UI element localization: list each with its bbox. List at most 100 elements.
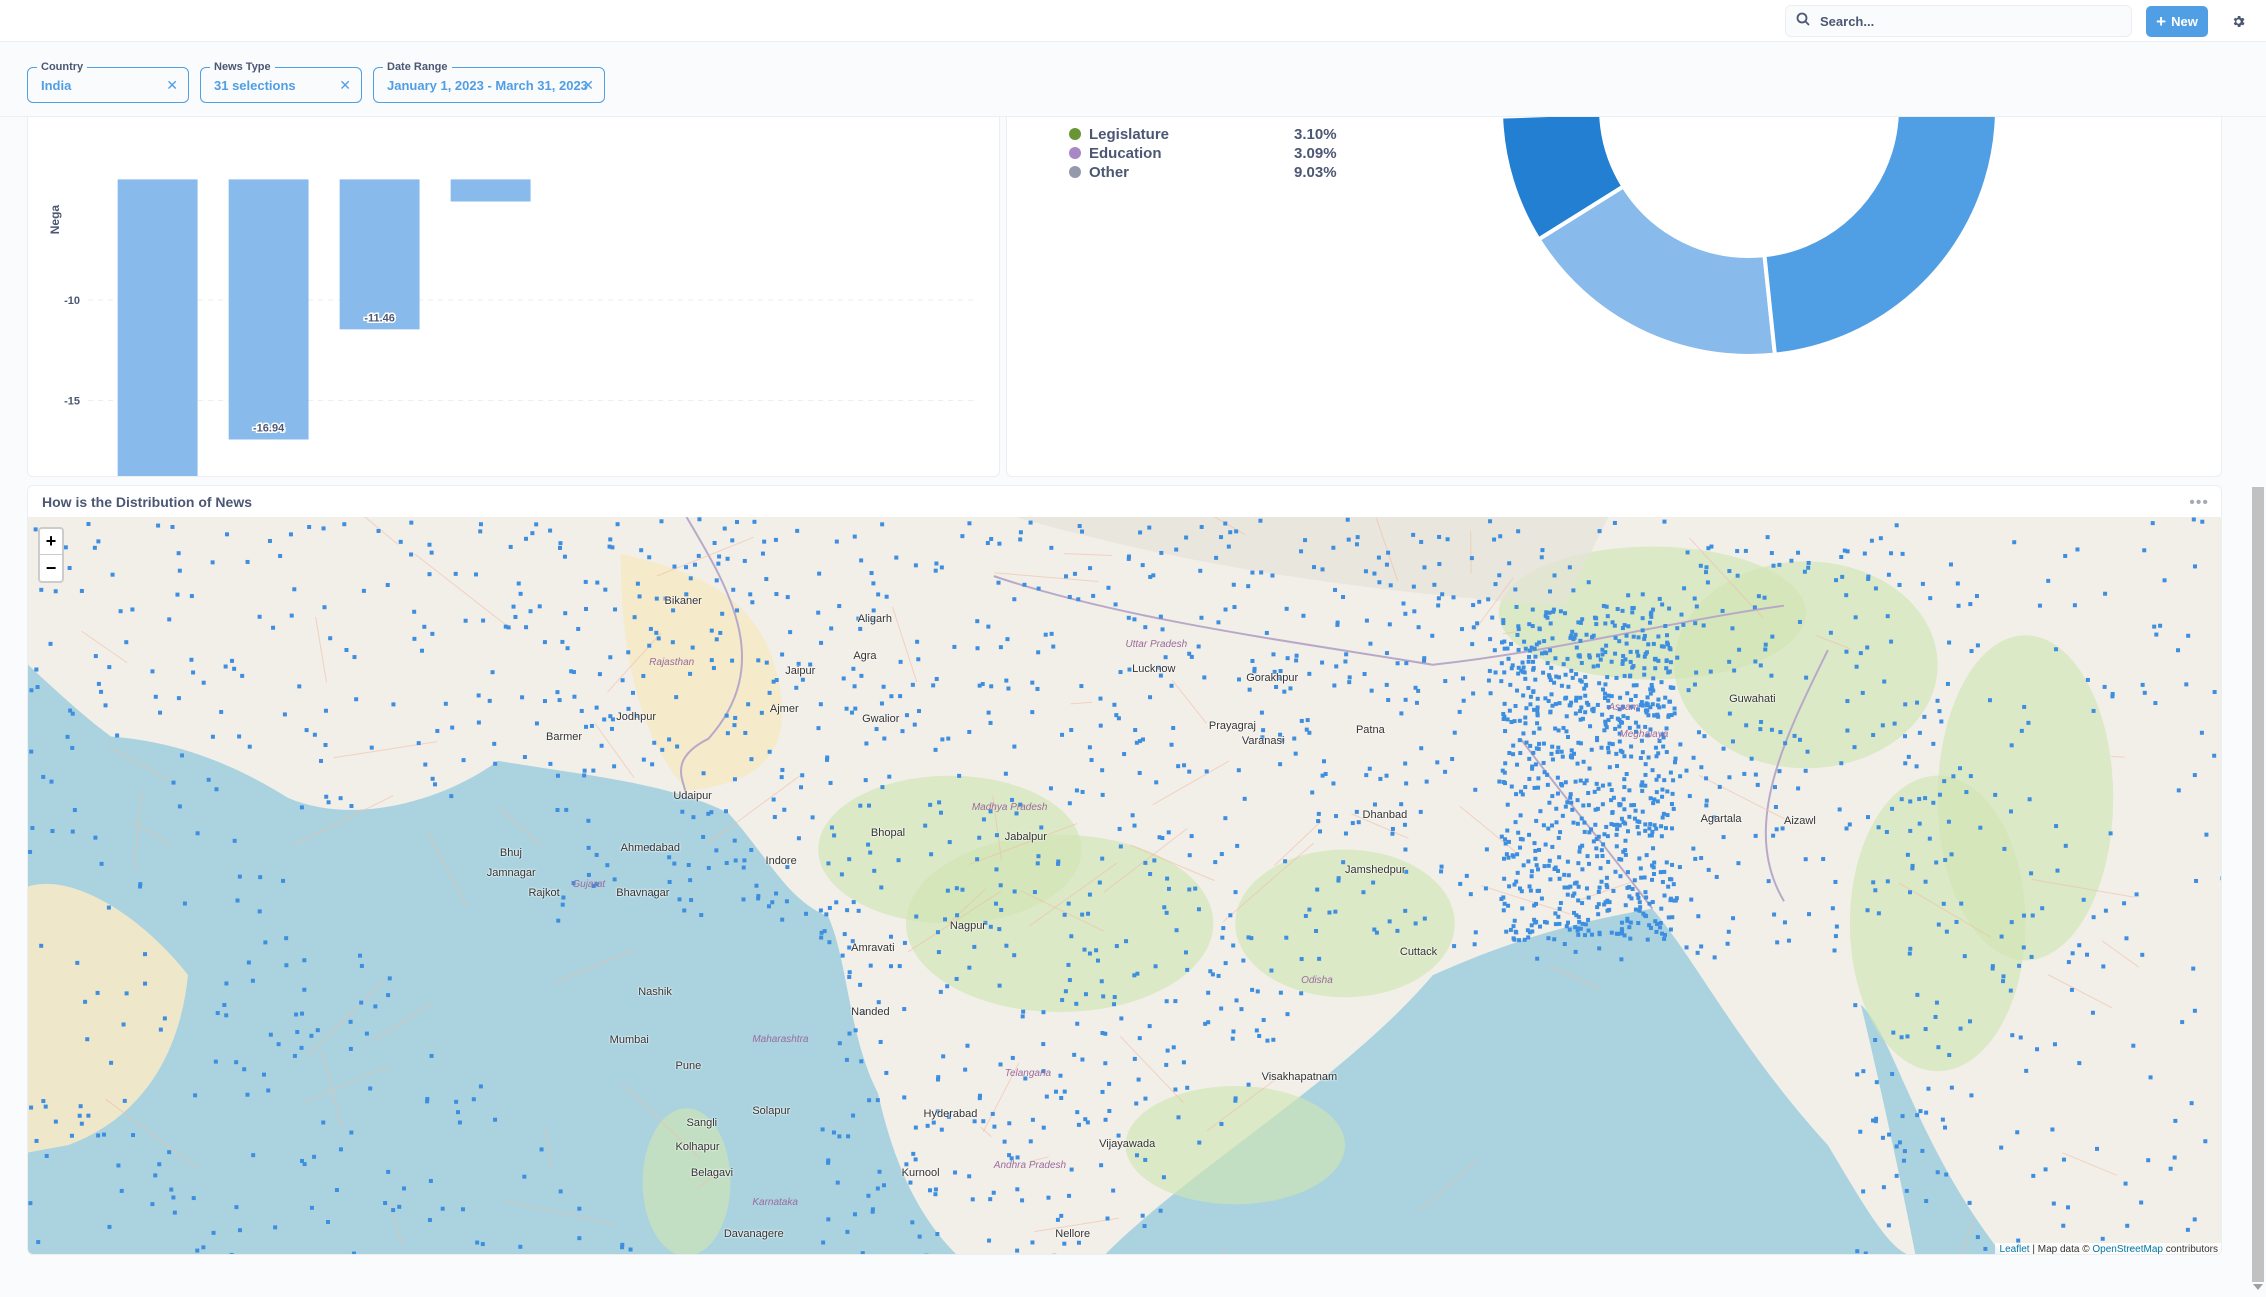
news-point <box>1636 653 1641 658</box>
news-point <box>2152 624 2157 629</box>
news-point <box>302 958 307 963</box>
news-point <box>1284 935 1289 940</box>
clear-filter-icon[interactable]: ✕ <box>582 77 594 94</box>
news-point <box>936 950 941 955</box>
news-point <box>1105 1216 1110 1221</box>
news-point <box>1727 569 1732 574</box>
news-point <box>1663 623 1668 628</box>
news-point <box>1079 684 1084 689</box>
search-input[interactable] <box>1820 13 2100 29</box>
news-point <box>312 1154 317 1159</box>
news-point <box>1583 710 1588 715</box>
clear-filter-icon[interactable]: ✕ <box>166 77 178 94</box>
news-point <box>1633 808 1638 813</box>
news-point <box>1052 1253 1057 1254</box>
news-point <box>799 785 804 790</box>
news-point <box>1182 763 1187 768</box>
news-point <box>522 1174 527 1179</box>
news-point <box>582 773 587 778</box>
news-point <box>224 1013 229 1018</box>
news-point <box>908 1180 913 1185</box>
news-point <box>1975 1235 1980 1240</box>
filter-date-range[interactable]: Date Range January 1, 2023 - March 31, 2… <box>373 60 605 103</box>
news-point <box>1538 924 1543 929</box>
news-point <box>988 720 993 725</box>
news-point <box>1894 523 1899 528</box>
news-point <box>1470 642 1475 647</box>
news-point <box>1219 1122 1224 1127</box>
news-point <box>1553 922 1558 927</box>
scroll-down-arrow-icon[interactable] <box>2253 1284 2263 1290</box>
news-point <box>1541 670 1546 675</box>
news-point <box>785 595 790 600</box>
news-point <box>167 1150 172 1155</box>
news-point <box>323 708 328 713</box>
news-point <box>714 848 719 853</box>
news-point <box>770 900 775 905</box>
zoom-in-button[interactable]: + <box>40 529 62 555</box>
news-point <box>1771 563 1776 568</box>
page-scrollbar-thumb[interactable] <box>2252 487 2264 1282</box>
news-point <box>1597 885 1602 890</box>
news-point <box>422 624 427 629</box>
news-point <box>1028 520 1033 525</box>
news-point <box>1873 1037 1878 1042</box>
news-point <box>50 828 55 833</box>
leaflet-map[interactable]: Rajasthan Uttar Pradesh Madhya Pradesh Guja… <box>28 517 2221 1254</box>
news-point <box>1555 868 1560 873</box>
news-point <box>1196 644 1201 649</box>
new-button[interactable]: + New <box>2146 6 2208 37</box>
news-point <box>1354 542 1359 547</box>
news-point <box>480 1242 485 1247</box>
news-point <box>1609 788 1614 793</box>
news-point <box>39 587 44 592</box>
leaflet-link[interactable]: Leaflet <box>2000 1244 2030 1254</box>
news-point <box>1638 905 1643 910</box>
map-city-label: Nellore <box>1055 1227 1091 1240</box>
news-point <box>96 1133 101 1138</box>
news-point <box>612 764 617 769</box>
news-point <box>837 1134 842 1139</box>
filter-news-type[interactable]: News Type 31 selections ✕ <box>200 60 362 103</box>
map-city-label: Cuttack <box>1399 945 1438 958</box>
news-point <box>41 774 46 779</box>
news-point <box>1185 1085 1190 1090</box>
news-point <box>1548 877 1553 882</box>
news-point <box>292 1053 297 1058</box>
news-point <box>210 734 215 739</box>
road <box>1152 760 1230 806</box>
more-options-icon[interactable]: ••• <box>2189 494 2209 512</box>
settings-gear-button[interactable] <box>2228 11 2248 31</box>
news-point <box>171 1195 176 1200</box>
news-point <box>1548 648 1553 653</box>
news-point <box>842 932 847 937</box>
news-point <box>2063 553 2068 558</box>
news-point <box>884 1070 889 1075</box>
news-point <box>1503 761 1508 766</box>
news-point <box>1293 751 1298 756</box>
news-point <box>189 657 194 662</box>
news-point <box>1233 890 1238 895</box>
filter-country[interactable]: Country India ✕ <box>27 60 189 103</box>
news-point <box>977 835 982 840</box>
news-point <box>2091 708 2096 713</box>
news-point <box>83 999 88 1004</box>
clear-filter-icon[interactable]: ✕ <box>339 77 351 94</box>
news-point <box>1100 792 1105 797</box>
openstreetmap-link[interactable]: OpenStreetMap <box>2092 1244 2163 1254</box>
search-box[interactable] <box>1785 5 2132 37</box>
news-point <box>1869 538 1874 543</box>
news-point <box>1583 675 1588 680</box>
news-point <box>229 1252 234 1254</box>
news-point <box>2029 871 2034 876</box>
news-point <box>1559 749 1564 754</box>
news-point <box>48 641 53 646</box>
news-point <box>369 745 374 750</box>
news-point <box>542 699 547 704</box>
news-point <box>1264 630 1269 635</box>
news-point <box>1039 825 1044 830</box>
zoom-out-button[interactable]: − <box>40 555 62 581</box>
news-point <box>990 1111 995 1116</box>
news-point <box>1199 615 1204 620</box>
news-point <box>1693 856 1698 861</box>
